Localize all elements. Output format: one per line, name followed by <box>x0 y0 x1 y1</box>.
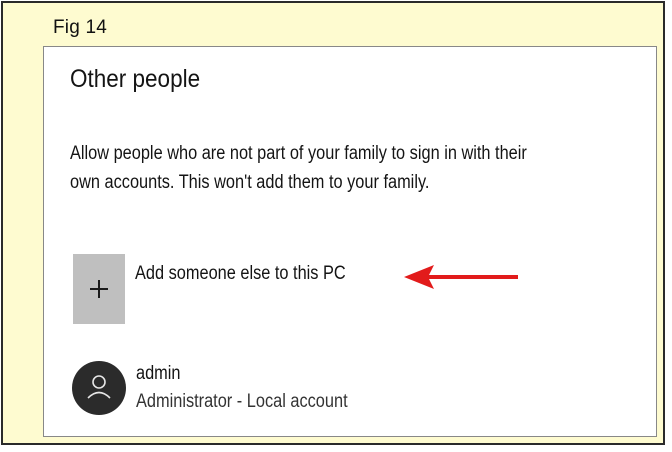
description-line-1: Allow people who are not part of your fa… <box>70 143 527 164</box>
add-someone-else-button[interactable] <box>73 254 125 324</box>
account-row-admin[interactable]: admin Administrator - Local account <box>72 357 632 421</box>
red-arrow-icon <box>404 265 518 289</box>
figure-frame: Fig 14 Other people Allow people who are… <box>1 1 665 445</box>
other-people-panel: Other people Allow people who are not pa… <box>43 46 657 437</box>
add-someone-else-row[interactable]: Add someone else to this PC <box>73 254 633 324</box>
add-someone-else-label[interactable]: Add someone else to this PC <box>135 263 346 285</box>
description-line-2: own accounts. This won't add them to you… <box>70 172 430 193</box>
section-description: Allow people who are not part of your fa… <box>70 139 620 197</box>
user-avatar-icon <box>72 361 126 415</box>
account-name: admin <box>136 363 181 384</box>
figure-label: Fig 14 <box>53 17 108 38</box>
page-title: Other people <box>70 65 201 93</box>
account-role: Administrator - Local account <box>136 391 348 412</box>
